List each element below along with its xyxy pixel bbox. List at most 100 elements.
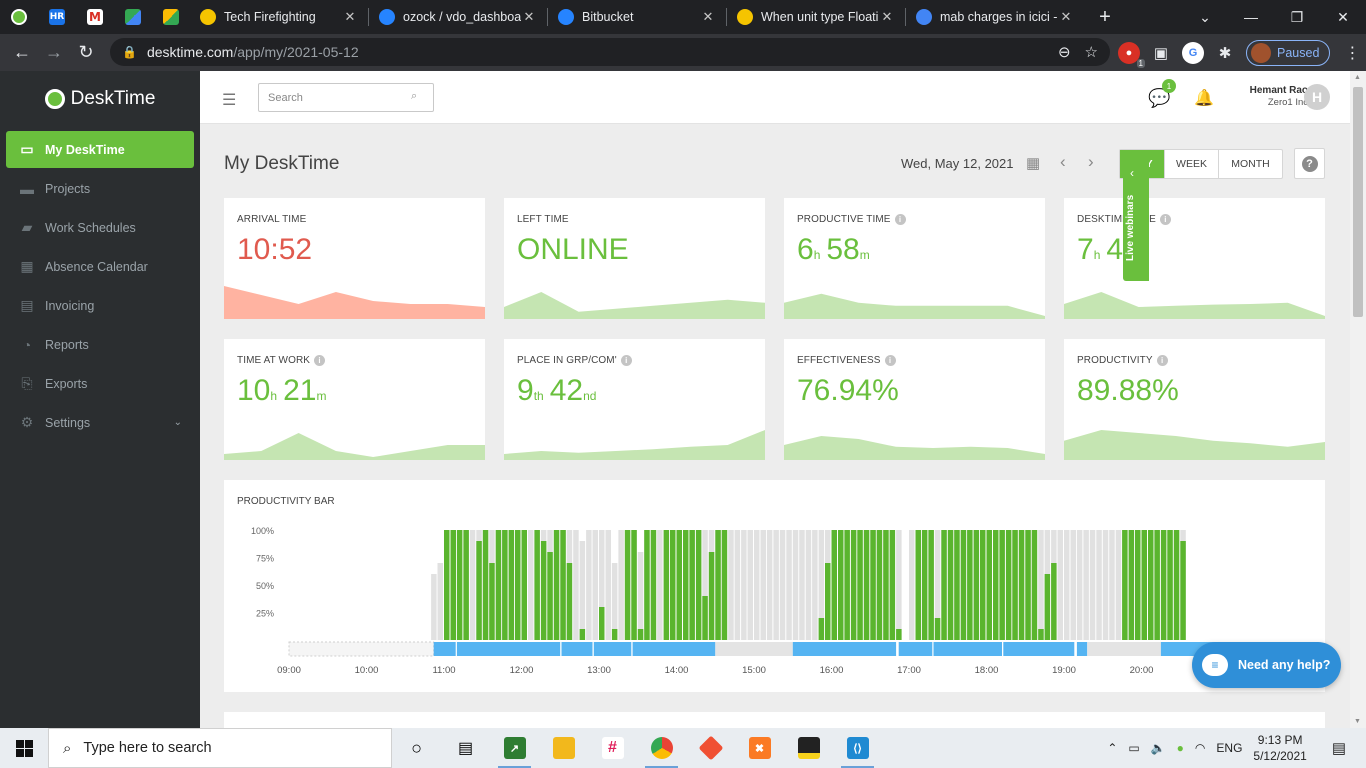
- notifications-icon[interactable]: ▤: [1332, 739, 1346, 757]
- gmail-icon: M: [87, 9, 103, 25]
- info-icon[interactable]: i: [1156, 355, 1168, 366]
- browser-tab[interactable]: Tech Firefighting ✕: [190, 0, 368, 34]
- bookmark-star-icon[interactable]: ☆: [1085, 43, 1098, 61]
- tab-search-icon[interactable]: ⌄: [1182, 9, 1228, 26]
- taskbar-app-stocks[interactable]: ↗: [490, 728, 539, 768]
- sidebar-item-my-desktime[interactable]: ▭ My DeskTime: [6, 131, 194, 168]
- clock[interactable]: 9:13 PM 5/12/2021: [1253, 732, 1306, 764]
- sidebar-item-projects[interactable]: ▬ Projects: [6, 170, 194, 207]
- sidebar-item-absence-calendar[interactable]: ▦ Absence Calendar: [6, 248, 194, 285]
- cortana-icon[interactable]: ○: [392, 728, 441, 768]
- browser-tab[interactable]: ozock / vdo_dashboard ✕: [369, 0, 547, 34]
- sidebar-item-reports[interactable]: ◔ Reports: [6, 326, 194, 363]
- metric-card-productive-time: PRODUCTIVE TIME i 6h 58m: [784, 198, 1045, 319]
- sidebar-item-invoicing[interactable]: ▤ Invoicing: [6, 287, 194, 324]
- bell-icon[interactable]: 🔔: [1194, 88, 1214, 108]
- tab-close-icon[interactable]: ✕: [1058, 9, 1074, 25]
- restore-button[interactable]: ❐: [1274, 9, 1320, 26]
- tab-close-icon[interactable]: ✕: [521, 9, 537, 25]
- task-view-icon[interactable]: ▤: [441, 728, 490, 768]
- search-input[interactable]: [258, 83, 434, 112]
- translate-extension-icon[interactable]: G: [1182, 41, 1204, 64]
- previous-day-button[interactable]: ‹: [1060, 152, 1066, 172]
- taskbar-app-slack[interactable]: #: [588, 728, 637, 768]
- desktime-logo[interactable]: DeskTime: [0, 71, 200, 126]
- taskbar-app-git[interactable]: [686, 728, 735, 768]
- sidebar-item-work-schedules[interactable]: ▰ Work Schedules: [6, 209, 194, 246]
- tray-overflow-icon[interactable]: ⌃: [1107, 741, 1117, 755]
- taskbar-app-explorer[interactable]: [539, 728, 588, 768]
- profile-button[interactable]: Paused: [1246, 39, 1331, 66]
- back-button[interactable]: ←: [6, 42, 38, 63]
- zoom-icon[interactable]: ⊖: [1058, 43, 1071, 61]
- productive-bar: [476, 541, 482, 640]
- next-day-button[interactable]: ›: [1088, 152, 1094, 172]
- hamburger-menu-icon[interactable]: ☰: [222, 90, 236, 110]
- export-icon: ⎘: [21, 375, 33, 391]
- browser-tab[interactable]: mab charges in icici - ✕: [906, 0, 1084, 34]
- desktime-tray-icon[interactable]: ●: [1177, 741, 1184, 755]
- battery-icon[interactable]: ▭: [1128, 741, 1139, 755]
- tab-title: ozock / vdo_dashboard: [403, 10, 521, 24]
- range-week-button[interactable]: WEEK: [1165, 150, 1219, 178]
- live-webinars-tab[interactable]: ‹ Live webinars: [1123, 160, 1149, 281]
- info-icon[interactable]: i: [620, 355, 632, 366]
- camera-extension-icon[interactable]: ▣: [1150, 42, 1172, 64]
- scroll-down-arrow[interactable]: ▼: [1354, 718, 1361, 725]
- tab-close-icon[interactable]: ✕: [342, 9, 358, 25]
- help-button[interactable]: ?: [1294, 148, 1325, 179]
- tab-close-icon[interactable]: ✕: [700, 9, 716, 25]
- live-webinars-label: Live webinars: [1125, 194, 1136, 262]
- taskbar-app-notes[interactable]: [784, 728, 833, 768]
- reload-button[interactable]: ↻: [70, 42, 102, 63]
- search-icon[interactable]: ⌕: [411, 90, 417, 103]
- new-tab-button[interactable]: +: [1088, 6, 1122, 29]
- taskbar-app-vscode[interactable]: ⟨⟩: [833, 728, 882, 768]
- start-button[interactable]: [0, 728, 48, 768]
- puzzle-extensions-icon[interactable]: ✱: [1214, 42, 1236, 64]
- total-activity-bar: [773, 530, 779, 640]
- info-icon[interactable]: i: [884, 355, 896, 366]
- scrollbar-thumb[interactable]: [1353, 87, 1363, 317]
- page-scrollbar[interactable]: ▲ ▼: [1350, 71, 1366, 728]
- info-icon[interactable]: i: [1159, 214, 1171, 225]
- lock-icon[interactable]: 🔒: [122, 45, 137, 59]
- language-indicator[interactable]: ENG: [1216, 741, 1242, 755]
- forward-button[interactable]: →: [38, 42, 70, 63]
- browser-tab[interactable]: Bitbucket ✕: [548, 0, 726, 34]
- browser-tab[interactable]: When unit type Floating✕: [727, 0, 905, 34]
- productive-bar: [1135, 530, 1141, 640]
- sidebar-item-settings[interactable]: ⚙ Settings ⌄: [6, 404, 194, 441]
- tab-close-icon[interactable]: ✕: [879, 9, 895, 25]
- productive-bar: [702, 596, 708, 640]
- taskbar-app-chrome[interactable]: [637, 728, 686, 768]
- pinned-tab-gmail[interactable]: M: [76, 0, 114, 34]
- pinned-tab-meet-2[interactable]: [152, 0, 190, 34]
- minimize-button[interactable]: —: [1228, 9, 1274, 25]
- browser-menu-icon[interactable]: ⋮: [1344, 43, 1360, 63]
- info-icon[interactable]: i: [894, 214, 906, 225]
- pinned-tab-hr[interactable]: HR: [38, 0, 76, 34]
- productive-bar: [540, 541, 547, 640]
- user-info[interactable]: Hemant Rao Zero1 Inc: [1220, 85, 1308, 108]
- pinned-tab-desktime[interactable]: [0, 0, 38, 34]
- taskbar-search[interactable]: ⌕ Type here to search: [48, 728, 392, 768]
- wifi-icon[interactable]: ◠: [1195, 741, 1205, 755]
- productive-bar: [999, 530, 1005, 640]
- close-window-button[interactable]: ✕: [1320, 9, 1366, 26]
- scroll-up-arrow[interactable]: ▲: [1354, 74, 1361, 81]
- sidebar-item-exports[interactable]: ⎘ Exports: [6, 365, 194, 402]
- chevron-down-icon[interactable]: ⌄: [174, 417, 182, 428]
- volume-icon[interactable]: 🔈: [1151, 741, 1166, 755]
- address-bar[interactable]: 🔒 desktime.com/app/my/2021-05-12 ⊖ ☆: [110, 38, 1110, 66]
- avatar[interactable]: H: [1304, 84, 1330, 110]
- sparkline-area: [224, 286, 485, 319]
- range-month-button[interactable]: MONTH: [1219, 150, 1282, 178]
- extension-record-icon[interactable]: ● 1: [1118, 41, 1145, 68]
- productive-bar: [611, 629, 618, 640]
- pinned-tab-meet-1[interactable]: [114, 0, 152, 34]
- help-chat-button[interactable]: ≡ Need any help?: [1192, 642, 1341, 688]
- info-icon[interactable]: i: [314, 355, 326, 366]
- taskbar-app-xampp[interactable]: ✖: [735, 728, 784, 768]
- calendar-picker-icon[interactable]: ▦: [1026, 154, 1040, 172]
